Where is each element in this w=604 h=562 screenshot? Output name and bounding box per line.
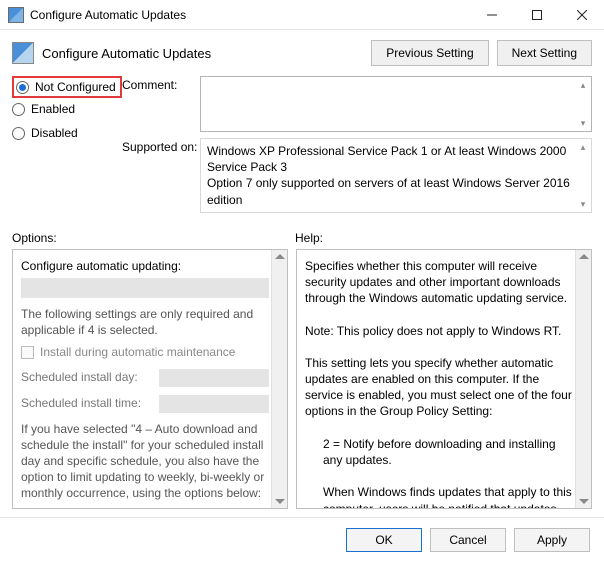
supported-label: Supported on: — [122, 138, 200, 213]
comment-textarea[interactable]: ▴ ▾ — [200, 76, 592, 132]
radio-disabled[interactable]: Disabled — [12, 126, 122, 140]
sched-time-label: Scheduled install time: — [21, 395, 159, 411]
not-configured-highlight: Not Configured — [12, 76, 122, 98]
scroll-down-icon[interactable]: ▾ — [577, 117, 589, 129]
help-p1: Specifies whether this computer will rec… — [305, 258, 573, 307]
radio-dot-icon — [16, 81, 29, 94]
required-note: The following settings are only required… — [21, 306, 269, 338]
help-p2: Note: This policy does not apply to Wind… — [305, 323, 573, 339]
radio-not-configured-label: Not Configured — [35, 80, 116, 94]
help-p3: This setting lets you specify whether au… — [305, 355, 573, 420]
comment-label: Comment: — [122, 76, 200, 132]
radio-enabled-label: Enabled — [31, 102, 75, 116]
scroll-down-icon[interactable]: ▾ — [577, 198, 589, 210]
options-panel: Configure automatic updating: The follow… — [12, 249, 288, 509]
previous-setting-button[interactable]: Previous Setting — [371, 40, 488, 66]
minimize-button[interactable] — [469, 0, 514, 30]
radio-dot-icon — [12, 127, 25, 140]
scroll-up-icon[interactable]: ▴ — [577, 141, 589, 153]
next-setting-button[interactable]: Next Setting — [497, 40, 592, 66]
header-row: Configure Automatic Updates Previous Set… — [0, 30, 604, 72]
supported-line-2: Option 7 only supported on servers of at… — [207, 175, 573, 207]
policy-icon — [12, 42, 34, 64]
help-p5: When Windows finds updates that apply to… — [305, 484, 573, 507]
cancel-button[interactable]: Cancel — [430, 528, 506, 552]
supported-on-box: Windows XP Professional Service Pack 1 o… — [200, 138, 592, 213]
supported-line-1: Windows XP Professional Service Pack 1 o… — [207, 143, 573, 175]
maximize-button[interactable] — [514, 0, 559, 30]
sched-time-dropdown[interactable] — [159, 395, 269, 413]
scroll-up-icon[interactable]: ▴ — [577, 79, 589, 91]
radio-dot-icon — [12, 103, 25, 116]
options-scrollbar[interactable] — [271, 250, 287, 508]
help-panel: Specifies whether this computer will rec… — [296, 249, 592, 509]
configure-updating-label: Configure automatic updating: — [21, 258, 269, 274]
ok-button[interactable]: OK — [346, 528, 422, 552]
radio-not-configured[interactable]: Not Configured — [16, 80, 116, 94]
install-maintenance-checkbox[interactable]: Install during automatic maintenance — [21, 344, 269, 360]
titlebar: Configure Automatic Updates — [0, 0, 604, 30]
configure-updating-dropdown[interactable] — [21, 278, 269, 298]
auto-download-note: If you have selected "4 – Auto download … — [21, 421, 269, 502]
help-label: Help: — [295, 231, 323, 245]
install-maintenance-label: Install during automatic maintenance — [40, 344, 235, 360]
close-button[interactable] — [559, 0, 604, 30]
options-label: Options: — [12, 231, 295, 245]
window-title: Configure Automatic Updates — [30, 8, 469, 22]
help-scrollbar[interactable] — [575, 250, 591, 508]
apply-button[interactable]: Apply — [514, 528, 590, 552]
help-p4: 2 = Notify before downloading and instal… — [305, 436, 573, 468]
radio-enabled[interactable]: Enabled — [12, 102, 122, 116]
checkbox-icon — [21, 346, 34, 359]
sched-day-label: Scheduled install day: — [21, 369, 159, 385]
policy-title: Configure Automatic Updates — [42, 46, 363, 61]
sched-day-dropdown[interactable] — [159, 369, 269, 387]
button-bar: OK Cancel Apply — [0, 517, 604, 562]
radio-disabled-label: Disabled — [31, 126, 78, 140]
app-icon — [8, 7, 24, 23]
